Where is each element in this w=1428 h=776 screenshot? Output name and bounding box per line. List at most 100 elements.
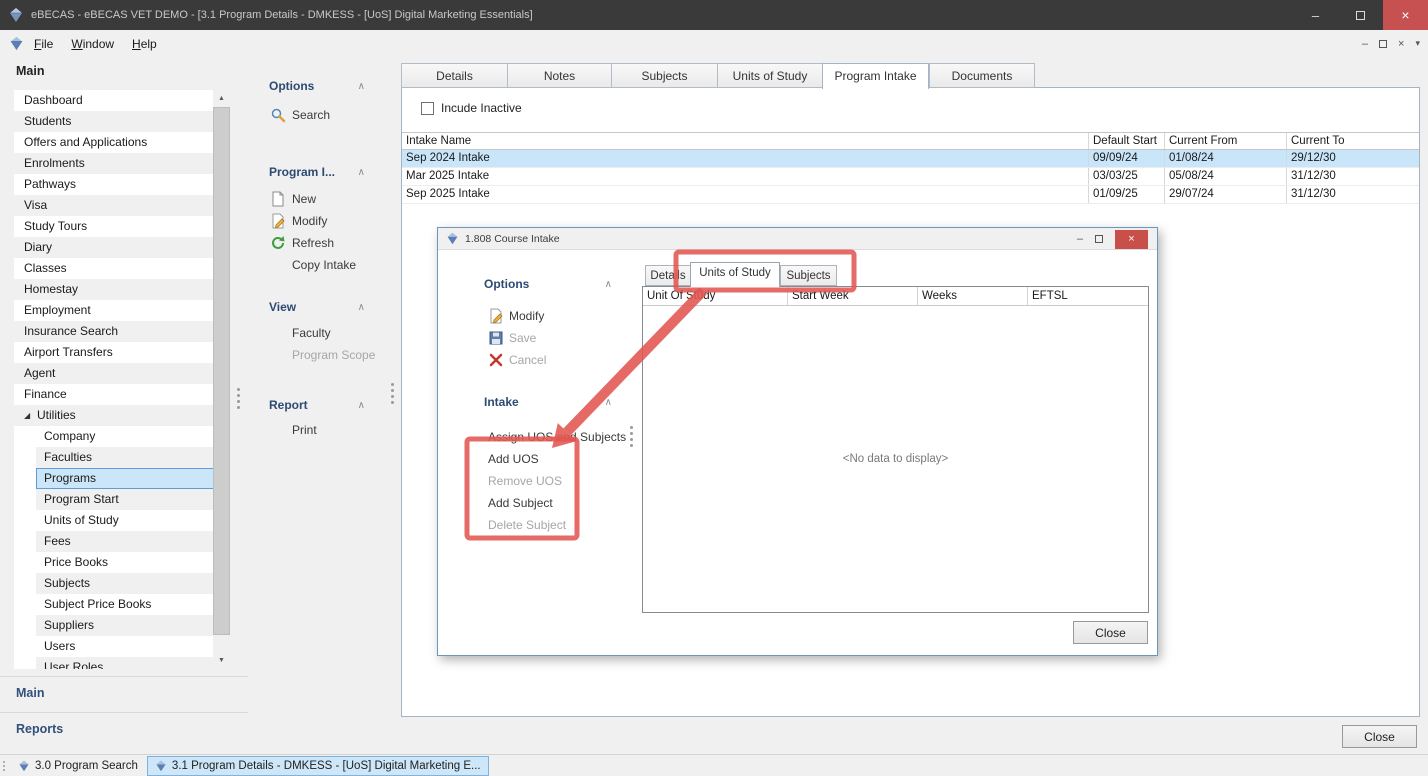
tab-units-of-study[interactable]: Units of Study bbox=[717, 63, 822, 88]
dialog-tab-units-of-study[interactable]: Units of Study bbox=[690, 262, 780, 287]
tab-subjects[interactable]: Subjects bbox=[611, 63, 717, 88]
units-of-study-grid: Unit Of Study Start Week Weeks EFTSL <No… bbox=[642, 286, 1149, 613]
dialog-section-header-options[interactable]: Options ∧ bbox=[484, 275, 612, 293]
sidebar-item-subjects[interactable]: Subjects bbox=[36, 573, 230, 594]
maximize-button[interactable] bbox=[1338, 0, 1383, 30]
print-button[interactable]: Print bbox=[256, 419, 400, 441]
sidebar-item-enrolments[interactable]: Enrolments bbox=[14, 153, 230, 174]
scroll-down-icon[interactable]: ▼ bbox=[213, 652, 230, 669]
sidebar-item-units-of-study[interactable]: Units of Study bbox=[36, 510, 230, 531]
sidebar-item-pathways[interactable]: Pathways bbox=[14, 174, 230, 195]
dialog-close-button[interactable]: × bbox=[1115, 230, 1148, 249]
table-row[interactable]: Sep 2025 Intake 01/09/25 29/07/24 31/12/… bbox=[402, 186, 1419, 204]
modify-button[interactable]: Modify bbox=[256, 210, 400, 232]
sidebar-item-finance[interactable]: Finance bbox=[14, 384, 230, 405]
expand-triangle-icon[interactable]: ◢ bbox=[24, 405, 37, 426]
tab-documents[interactable]: Documents bbox=[929, 63, 1035, 88]
menu-file[interactable]: File bbox=[26, 33, 61, 55]
sidebar-scrollbar[interactable]: ▲ ▼ bbox=[213, 90, 230, 669]
copy-intake-button[interactable]: Copy Intake bbox=[256, 254, 400, 276]
tab-details[interactable]: Details bbox=[401, 63, 507, 88]
sidebar-item-offers-applications[interactable]: Offers and Applications bbox=[14, 132, 230, 153]
column-header-intake-name[interactable]: Intake Name bbox=[402, 133, 1089, 149]
dialog-tab-details[interactable]: Details bbox=[645, 265, 690, 286]
section-header-view[interactable]: View ∧ bbox=[269, 297, 387, 317]
taskbar-item-program-details[interactable]: 3.1 Program Details - DMKESS - [UoS] Dig… bbox=[147, 756, 489, 776]
close-button[interactable]: × bbox=[1383, 0, 1428, 30]
sidebar-item-dashboard[interactable]: Dashboard bbox=[14, 90, 230, 111]
sidebar-item-students[interactable]: Students bbox=[14, 111, 230, 132]
sidebar-item-company[interactable]: Company bbox=[36, 426, 230, 447]
sidebar-item-user-roles[interactable]: User Roles bbox=[36, 657, 230, 669]
mdi-minimize-icon[interactable]: – bbox=[1362, 38, 1368, 50]
column-header-current-to[interactable]: Current To bbox=[1287, 133, 1419, 149]
column-header-eftsl[interactable]: EFTSL bbox=[1028, 287, 1148, 305]
search-button[interactable]: Search bbox=[256, 104, 400, 126]
sidebar-item-classes[interactable]: Classes bbox=[14, 258, 230, 279]
table-row[interactable]: Sep 2024 Intake 09/09/24 01/08/24 29/12/… bbox=[402, 150, 1419, 168]
dialog-minimize-icon[interactable]: – bbox=[1077, 233, 1083, 245]
delete-subject-button: Delete Subject bbox=[488, 514, 566, 536]
add-uos-button[interactable]: Add UOS bbox=[488, 448, 539, 470]
sidebar-item-subject-price-books[interactable]: Subject Price Books bbox=[36, 594, 230, 615]
sidebar-item-fees[interactable]: Fees bbox=[36, 531, 230, 552]
sidebar-item-faculties[interactable]: Faculties bbox=[36, 447, 230, 468]
add-subject-button[interactable]: Add Subject bbox=[488, 492, 553, 514]
sidebar-group-main[interactable]: Main bbox=[0, 676, 248, 710]
dialog-cancel-button: Cancel bbox=[488, 349, 546, 371]
dialog-modify-button[interactable]: Modify bbox=[488, 305, 544, 327]
column-header-current-from[interactable]: Current From bbox=[1165, 133, 1287, 149]
splitter-grip[interactable] bbox=[630, 426, 633, 447]
table-row[interactable]: Mar 2025 Intake 03/03/25 05/08/24 31/12/… bbox=[402, 168, 1419, 186]
mdi-window-controls: – × ▾ bbox=[1362, 38, 1420, 50]
sidebar-item-programs[interactable]: Programs bbox=[36, 468, 230, 489]
scroll-up-icon[interactable]: ▲ bbox=[213, 90, 230, 107]
sidebar-item-employment[interactable]: Employment bbox=[14, 300, 230, 321]
pencil-icon bbox=[488, 308, 504, 324]
sidebar-item-price-books[interactable]: Price Books bbox=[36, 552, 230, 573]
sidebar-item-study-tours[interactable]: Study Tours bbox=[14, 216, 230, 237]
sidebar-item-suppliers[interactable]: Suppliers bbox=[36, 615, 230, 636]
menu-window[interactable]: Window bbox=[63, 33, 122, 55]
sidebar-item-agent[interactable]: Agent bbox=[14, 363, 230, 384]
main-close-button[interactable]: Close bbox=[1342, 725, 1417, 748]
refresh-button[interactable]: Refresh bbox=[256, 232, 400, 254]
splitter-grip[interactable] bbox=[237, 388, 240, 409]
new-label: New bbox=[292, 192, 316, 206]
sidebar-item-diary[interactable]: Diary bbox=[14, 237, 230, 258]
sidebar-item-homestay[interactable]: Homestay bbox=[14, 279, 230, 300]
sidebar-item-airport-transfers[interactable]: Airport Transfers bbox=[14, 342, 230, 363]
section-header-options[interactable]: Options ∧ bbox=[269, 76, 387, 96]
assign-uos-and-subjects-button[interactable]: Assign UOS and Subjects bbox=[488, 426, 626, 448]
dialog-tab-subjects[interactable]: Subjects bbox=[780, 265, 837, 286]
new-button[interactable]: New bbox=[256, 188, 400, 210]
minimize-button[interactable]: – bbox=[1293, 0, 1338, 30]
sidebar-item-program-start[interactable]: Program Start bbox=[36, 489, 230, 510]
window-title: eBECAS - eBECAS VET DEMO - [3.1 Program … bbox=[31, 9, 533, 21]
sidebar-group-reports[interactable]: Reports bbox=[0, 712, 248, 746]
scrollbar-thumb[interactable] bbox=[213, 107, 230, 635]
mdi-restore-icon[interactable] bbox=[1379, 40, 1387, 48]
sidebar-item-users[interactable]: Users bbox=[36, 636, 230, 657]
taskbar-item-program-search[interactable]: 3.0 Program Search bbox=[11, 756, 145, 776]
mdi-close-icon[interactable]: × bbox=[1398, 38, 1404, 50]
sidebar-item-utilities[interactable]: ◢Utilities bbox=[14, 405, 230, 426]
section-header-report[interactable]: Report ∧ bbox=[269, 395, 387, 415]
dialog-maximize-icon[interactable] bbox=[1095, 235, 1103, 243]
tab-program-intake[interactable]: Program Intake bbox=[822, 63, 929, 89]
mdi-pin-chevron-icon[interactable]: ▾ bbox=[1415, 38, 1420, 49]
menu-help[interactable]: Help bbox=[124, 33, 165, 55]
column-header-unit-of-study[interactable]: Unit Of Study bbox=[643, 287, 788, 305]
column-header-start-week[interactable]: Start Week bbox=[788, 287, 918, 305]
column-header-weeks[interactable]: Weeks bbox=[918, 287, 1028, 305]
dialog-section-header-intake[interactable]: Intake ∧ bbox=[484, 393, 612, 411]
sidebar-item-visa[interactable]: Visa bbox=[14, 195, 230, 216]
tab-notes[interactable]: Notes bbox=[507, 63, 611, 88]
section-header-program-intake[interactable]: Program I... ∧ bbox=[269, 162, 387, 182]
program-scope-button: Program Scope bbox=[256, 344, 400, 366]
include-inactive-checkbox[interactable] bbox=[421, 102, 434, 115]
column-header-default-start[interactable]: Default Start bbox=[1089, 133, 1165, 149]
sidebar-item-insurance-search[interactable]: Insurance Search bbox=[14, 321, 230, 342]
dialog-close-button-bottom[interactable]: Close bbox=[1073, 621, 1148, 644]
faculty-button[interactable]: Faculty bbox=[256, 322, 400, 344]
